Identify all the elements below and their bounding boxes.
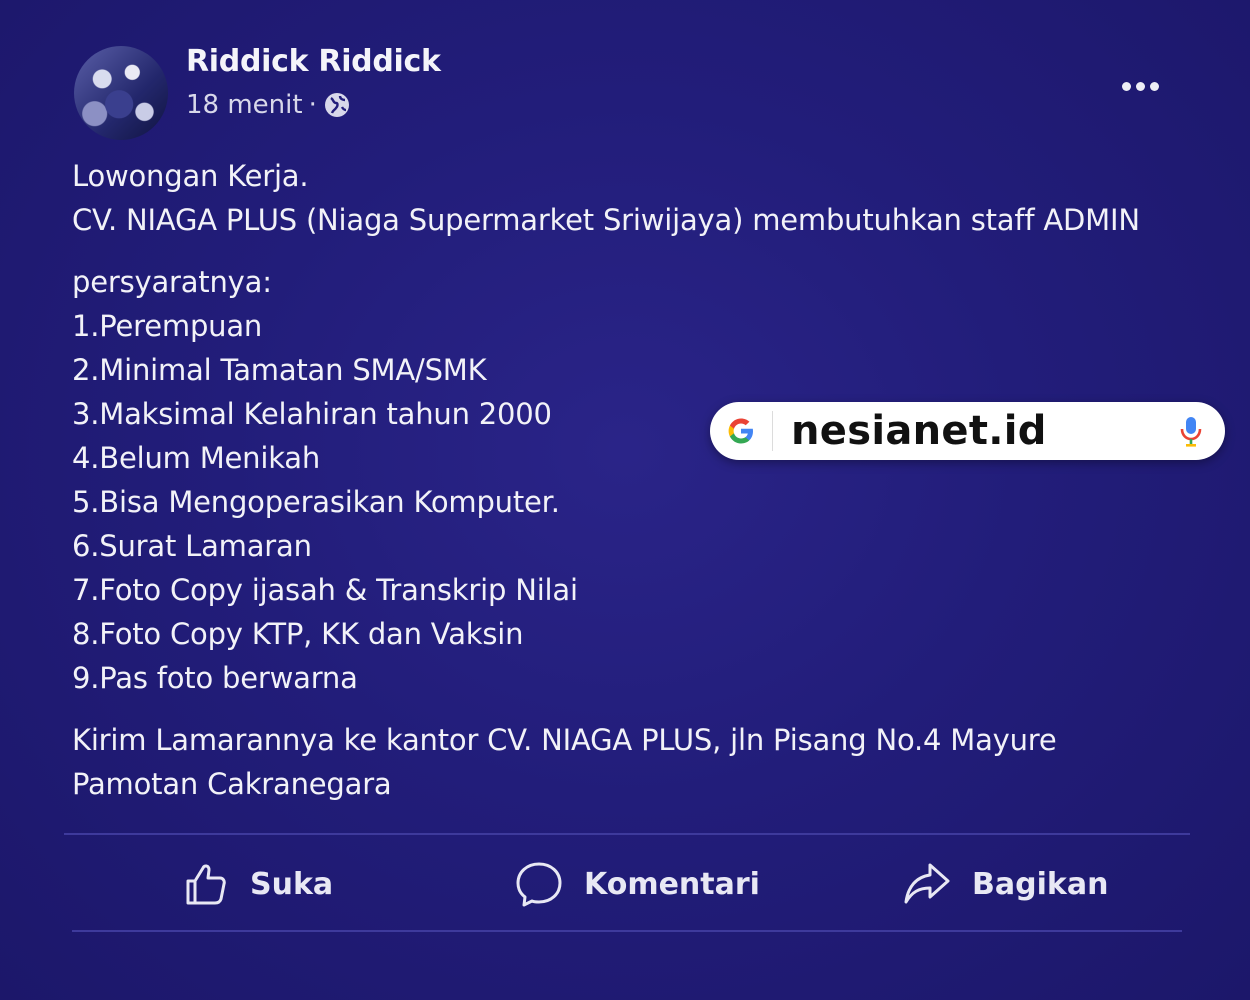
share-arrow-icon	[904, 863, 950, 904]
globe-icon[interactable]	[323, 91, 351, 119]
facebook-post: Riddick Riddick 18 menit · Lowongan Kerj…	[0, 0, 1250, 1000]
post-line: Kirim Lamarannya ke kantor CV. NIAGA PLU…	[72, 723, 1057, 757]
post-line: 7.Foto Copy ijasah & Transkrip Nilai	[72, 573, 578, 607]
search-text: nesianet.id	[791, 408, 1047, 454]
thumbs-up-icon	[186, 864, 226, 905]
more-options-icon[interactable]	[1112, 70, 1168, 102]
post-line: Pamotan Cakranegara	[72, 767, 392, 801]
comment-label: Komentari	[584, 866, 760, 902]
post-line: 6.Surat Lamaran	[72, 529, 312, 563]
comment-bubble-icon	[516, 862, 562, 907]
post-content: Lowongan Kerja. CV. NIAGA PLUS (Niaga Su…	[72, 154, 1192, 806]
google-g-icon	[728, 418, 753, 444]
like-button[interactable]: Suka	[182, 856, 333, 912]
post-line: 1.Perempuan	[72, 309, 263, 343]
post-line: 9.Pas foto berwarna	[72, 661, 358, 695]
post-line: CV. NIAGA PLUS (Niaga Supermarket Sriwij…	[72, 203, 1140, 237]
microphone-icon	[1180, 417, 1202, 447]
divider	[72, 930, 1182, 932]
post-timestamp[interactable]: 18 menit	[186, 90, 303, 120]
post-meta: 18 menit ·	[186, 90, 351, 120]
search-separator	[772, 411, 773, 451]
author-avatar[interactable]	[74, 46, 168, 140]
search-watermark-bar: nesianet.id	[710, 402, 1225, 460]
divider	[64, 833, 1190, 835]
share-label: Bagikan	[972, 866, 1109, 902]
meta-separator: ·	[308, 90, 317, 120]
post-line: 5.Bisa Mengoperasikan Komputer.	[72, 485, 560, 519]
post-line: Lowongan Kerja.	[72, 159, 309, 193]
post-line: 2.Minimal Tamatan SMA/SMK	[72, 353, 487, 387]
like-label: Suka	[250, 866, 334, 902]
author-name[interactable]: Riddick Riddick	[186, 44, 441, 79]
comment-button[interactable]: Komentari	[514, 856, 760, 912]
share-button[interactable]: Bagikan	[902, 856, 1108, 912]
post-line: persyaratnya:	[72, 265, 272, 299]
post-line: 8.Foto Copy KTP, KK dan Vaksin	[72, 617, 524, 651]
